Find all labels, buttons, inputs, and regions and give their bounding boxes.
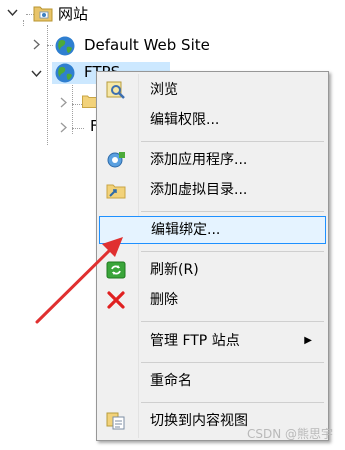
annotation-arrow: [35, 237, 123, 324]
watermark: CSDN @熊思宇: [246, 427, 333, 441]
